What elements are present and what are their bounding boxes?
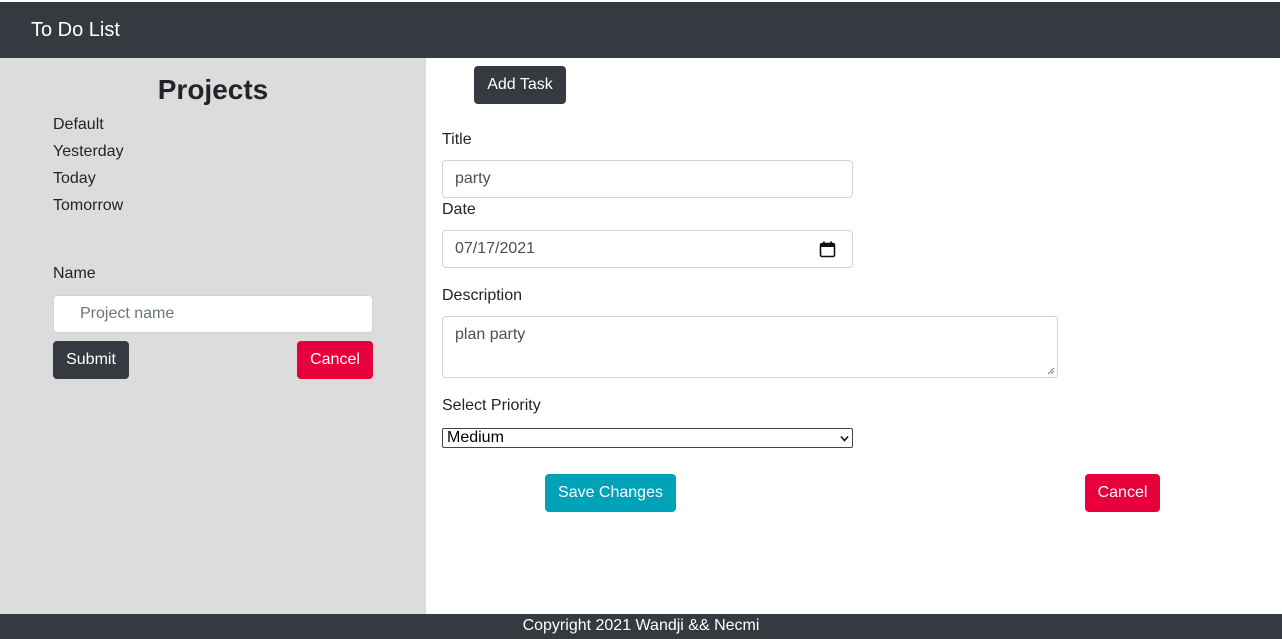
projects-sidebar: Projects Default Yesterday Today Tomorro…	[0, 58, 426, 614]
project-item-default[interactable]: Default	[53, 115, 124, 142]
project-submit-button[interactable]: Submit	[53, 341, 129, 379]
priority-value: Medium	[447, 429, 504, 446]
task-cancel-button[interactable]: Cancel	[1085, 474, 1160, 512]
project-item-today[interactable]: Today	[53, 169, 124, 196]
add-task-button[interactable]: Add Task	[474, 66, 566, 104]
save-changes-button[interactable]: Save Changes	[545, 474, 676, 512]
priority-select[interactable]: Medium	[442, 428, 853, 448]
project-item-tomorrow[interactable]: Tomorrow	[53, 196, 124, 223]
date-label: Date	[442, 201, 476, 218]
description-textarea[interactable]: plan party	[442, 316, 1058, 378]
project-list: Default Yesterday Today Tomorrow	[53, 115, 124, 223]
project-cancel-button[interactable]: Cancel	[297, 341, 373, 379]
copyright-text: Copyright 2021 Wandji && Necmi	[522, 617, 760, 634]
title-label: Title	[442, 131, 472, 148]
description-value: plan party	[455, 326, 526, 343]
title-input[interactable]: party	[442, 160, 853, 198]
date-input[interactable]: 07/17/2021	[442, 230, 853, 268]
resize-grip-icon[interactable]	[1047, 367, 1055, 375]
project-name-label: Name	[53, 265, 96, 282]
calendar-icon[interactable]	[819, 241, 836, 258]
date-value: 07/17/2021	[455, 240, 536, 257]
description-label: Description	[442, 287, 523, 304]
navbar: To Do List	[0, 2, 1280, 58]
chevron-down-icon	[840, 435, 849, 442]
project-name-input[interactable]	[53, 295, 373, 333]
task-panel: Add Task Title party Date 07/17/2021 Des…	[426, 58, 1280, 614]
projects-heading: Projects	[157, 74, 269, 105]
priority-label: Select Priority	[442, 397, 541, 414]
brand-title[interactable]: To Do List	[31, 19, 120, 42]
project-item-yesterday[interactable]: Yesterday	[53, 142, 124, 169]
footer: Copyright 2021 Wandji && Necmi	[0, 614, 1282, 639]
